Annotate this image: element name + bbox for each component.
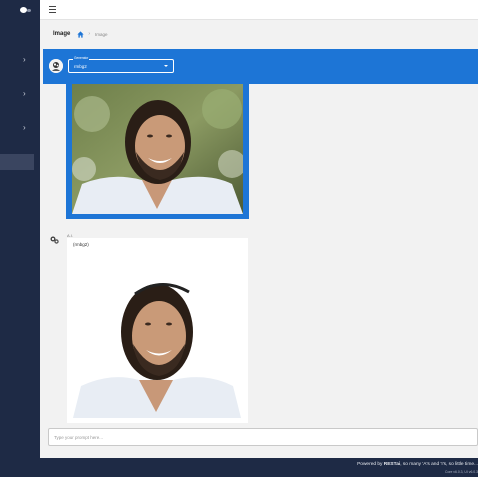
ai-response-text: (rmbg2) bbox=[73, 242, 89, 247]
chevron-right-icon[interactable]: › bbox=[23, 56, 29, 64]
footer: Powered by RESTai, so many 'A's and 'I's… bbox=[40, 458, 478, 477]
footer-version: Core v6.0.3, UI v6.0.3 bbox=[445, 470, 478, 474]
generator-value: rmbg2 bbox=[74, 64, 87, 69]
avatar bbox=[49, 59, 63, 73]
ai-response-card: (rmbg2) bbox=[67, 238, 248, 423]
logo[interactable] bbox=[20, 7, 31, 13]
prompt-placeholder: Type your prompt here... bbox=[54, 435, 104, 440]
top-bar bbox=[40, 0, 478, 20]
page-title: Image bbox=[53, 31, 71, 37]
sidebar-item-active[interactable] bbox=[0, 154, 34, 170]
uploaded-image-frame bbox=[66, 84, 249, 219]
generator-select[interactable]: Generator rmbg2 bbox=[68, 56, 174, 73]
result-photo[interactable] bbox=[71, 260, 242, 418]
caret-down-icon[interactable] bbox=[164, 65, 168, 67]
generator-label: Generator bbox=[73, 56, 90, 60]
sidebar: › › › bbox=[0, 0, 40, 477]
ai-avatar bbox=[49, 233, 60, 244]
chevron-right-icon[interactable]: › bbox=[23, 124, 29, 132]
prompt-input[interactable]: Type your prompt here... bbox=[48, 428, 478, 446]
home-icon[interactable] bbox=[77, 30, 84, 38]
breadcrumb: Image › Image bbox=[53, 29, 108, 39]
breadcrumb-separator-icon: › bbox=[88, 31, 91, 37]
uploaded-photo[interactable] bbox=[72, 84, 243, 214]
chat-header: Generator rmbg2 bbox=[43, 49, 478, 84]
chevron-right-icon[interactable]: › bbox=[23, 90, 29, 98]
hamburger-icon[interactable] bbox=[49, 6, 56, 13]
footer-powered-text: Powered by RESTai, so many 'A's and 'I's… bbox=[357, 462, 478, 467]
breadcrumb-current: Image bbox=[95, 31, 108, 37]
footer-brand: RESTai bbox=[383, 462, 401, 467]
